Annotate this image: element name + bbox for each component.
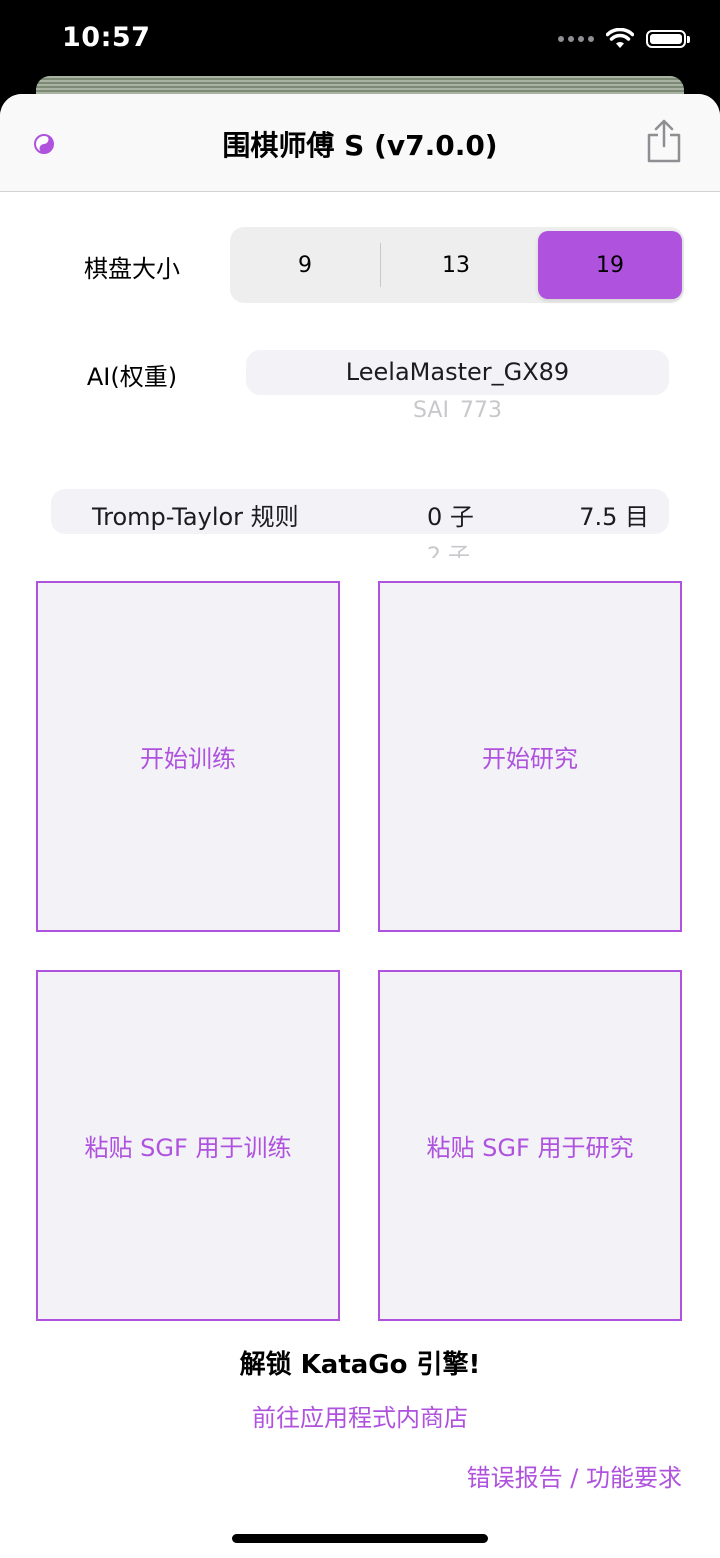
ai-weight-label: AI(权重)	[86, 363, 178, 391]
board-size-option-19[interactable]: 19	[538, 231, 682, 299]
in-app-store-link[interactable]: 前往应用程式内商店	[0, 1398, 720, 1433]
handicap-selected: 0 子	[427, 503, 474, 531]
segment-divider	[380, 243, 381, 287]
home-indicator[interactable]	[232, 1534, 488, 1543]
rules-picker[interactable]: Tromp-Taylor 规则 0 子 7.5 目	[51, 489, 669, 534]
paste-sgf-training-button[interactable]: 粘贴 SGF 用于训练	[36, 970, 340, 1321]
unlock-katago-heading: 解锁 KataGo 引擎!	[239, 1350, 481, 1380]
rules-selected: Tromp-Taylor 规则	[92, 503, 299, 531]
ai-weight-next-option[interactable]: SAI_773	[246, 398, 669, 418]
paste-sgf-research-button[interactable]: 粘贴 SGF 用于研究	[378, 970, 682, 1321]
navigation-bar: 围棋师傅 S (v7.0.0)	[0, 94, 720, 192]
bug-report-link[interactable]: 错误报告 / 功能要求	[467, 1458, 682, 1493]
start-training-button[interactable]: 开始训练	[36, 581, 340, 932]
share-icon[interactable]	[644, 118, 684, 164]
start-research-label: 开始研究	[482, 745, 578, 773]
start-training-label: 开始训练	[140, 745, 236, 773]
ai-weight-picker[interactable]: LeelaMaster_GX89	[246, 350, 669, 395]
board-size-segmented-control[interactable]: 9 13 19	[230, 227, 684, 303]
modal-sheet: 围棋师傅 S (v7.0.0) 棋盘大小 9 13 19 AI(权重) Leel…	[0, 94, 720, 1558]
page-title: 围棋师傅 S (v7.0.0)	[222, 129, 498, 162]
status-icons	[558, 28, 690, 50]
board-size-label: 棋盘大小	[84, 255, 180, 283]
status-time: 10:57	[62, 22, 151, 53]
handicap-next-option[interactable]: 2 子	[427, 538, 470, 558]
battery-icon	[646, 30, 690, 48]
start-research-button[interactable]: 开始研究	[378, 581, 682, 932]
ai-weight-selected: LeelaMaster_GX89	[345, 358, 570, 386]
wifi-icon	[606, 28, 634, 48]
komi-selected: 7.5 目	[579, 503, 649, 531]
board-size-option-13[interactable]: 13	[385, 231, 527, 299]
paste-sgf-research-label: 粘贴 SGF 用于研究	[426, 1134, 634, 1162]
cellular-signal-icon	[558, 36, 594, 42]
paste-sgf-training-label: 粘贴 SGF 用于训练	[84, 1134, 292, 1162]
board-size-option-9[interactable]: 9	[234, 231, 376, 299]
